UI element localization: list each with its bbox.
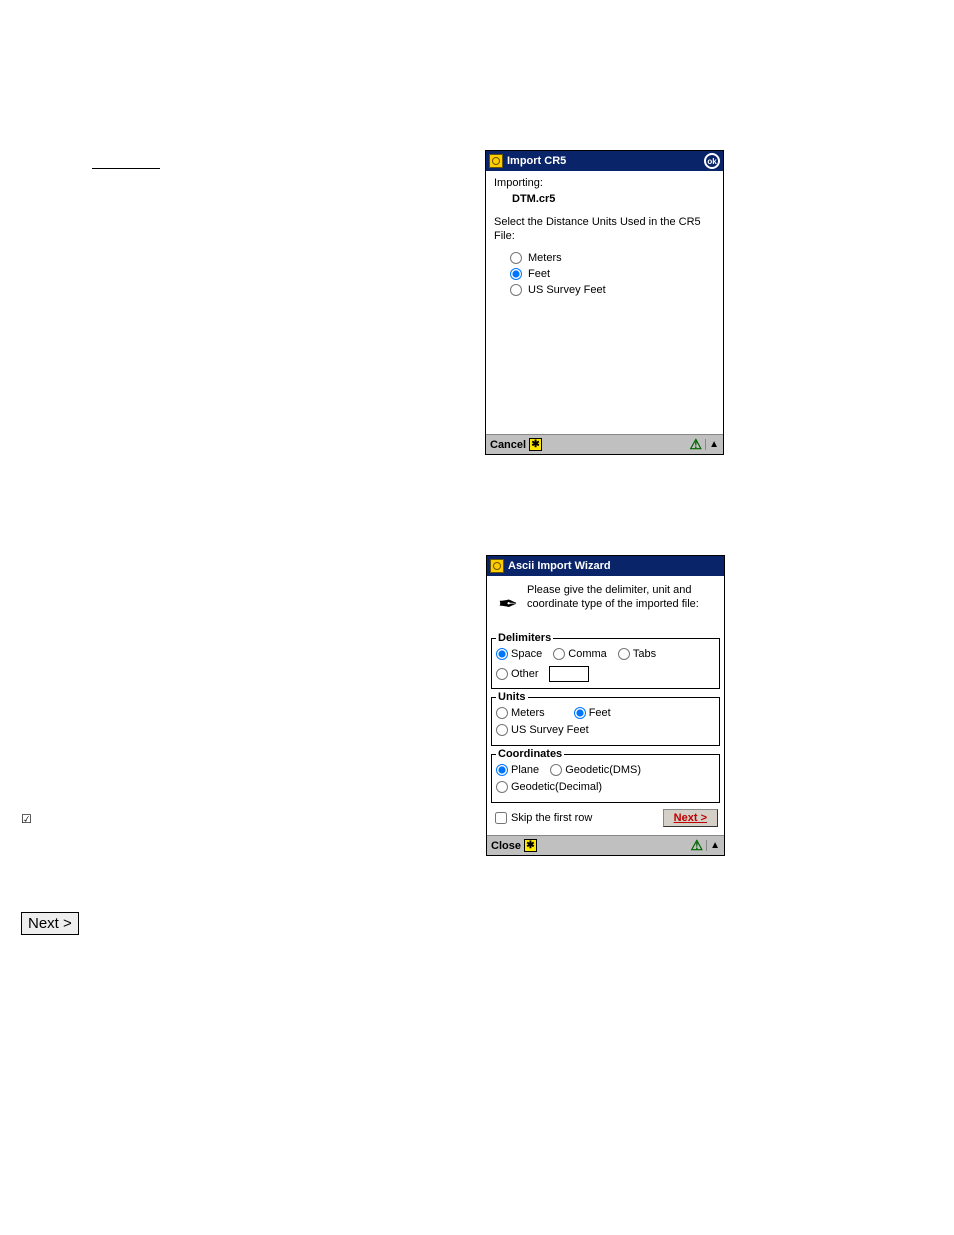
radio-meters[interactable] [510,252,522,264]
radio-meters-label: Meters [528,252,562,264]
radio-space-row[interactable]: Space [496,648,542,660]
importing-label: Importing: [494,177,715,189]
statusbar: Cancel ✱ ⚠ ▲ [486,434,723,454]
radio-other[interactable] [496,668,508,680]
warning-icon[interactable]: ⚠ [690,436,703,453]
pen-icon: ✒ [493,584,523,624]
instruction-text: Select the Distance Units Used in the CR… [494,215,715,244]
checkbox-glyph: ☑ [21,812,32,826]
units-group: Units Meters Feet US Survey Feet [491,691,720,746]
radio-meters[interactable] [496,707,508,719]
radio-meters-row[interactable]: Meters [496,707,545,719]
delimiters-group: Delimiters Space Comma Tabs Othe [491,632,720,689]
menu-up-icon[interactable]: ▲ [705,439,719,450]
radio-us-survey-feet-row[interactable]: US Survey Feet [510,284,715,296]
skip-first-row-checkbox[interactable] [495,812,507,824]
window-title: Import CR5 [507,155,704,167]
radio-geodetic-dms[interactable] [550,764,562,776]
titlebar: Import CR5 ok [486,151,723,171]
delimiters-legend: Delimiters [496,632,553,644]
titlebar: Ascii Import Wizard [487,556,724,576]
radio-geodetic-decimal[interactable] [496,781,508,793]
warning-icon[interactable]: ⚠ [691,837,704,854]
sip-icon[interactable]: ✱ [529,438,542,451]
radio-us-survey-feet-label: US Survey Feet [511,724,589,736]
radio-feet[interactable] [574,707,586,719]
radio-feet-row[interactable]: Feet [574,707,611,719]
sip-icon[interactable]: ✱ [524,839,537,852]
importing-filename: DTM.cr5 [512,193,715,205]
radio-comma[interactable] [553,648,565,660]
radio-other-row[interactable]: Other [496,668,539,680]
radio-comma-label: Comma [568,648,607,660]
radio-geodetic-decimal-row[interactable]: Geodetic(Decimal) [496,781,602,793]
coordinates-legend: Coordinates [496,748,564,760]
menu-up-icon[interactable]: ▲ [706,840,720,851]
app-icon [489,154,503,168]
radio-meters-row[interactable]: Meters [510,252,715,264]
next-button[interactable]: Next > [663,809,718,827]
radio-feet[interactable] [510,268,522,280]
heading-underline [92,168,160,169]
radio-plane[interactable] [496,764,508,776]
cancel-button[interactable]: Cancel [490,439,526,451]
radio-us-survey-feet-label: US Survey Feet [528,284,606,296]
dialog-body: ✒ Please give the delimiter, unit and co… [487,576,724,835]
statusbar: Close ✱ ⚠ ▲ [487,835,724,855]
skip-first-row-label: Skip the first row [511,812,592,824]
skip-first-row-check[interactable]: Skip the first row [495,812,592,824]
radio-plane-label: Plane [511,764,539,776]
radio-feet-label: Feet [528,268,550,280]
radio-us-survey-feet[interactable] [496,724,508,736]
radio-tabs[interactable] [618,648,630,660]
radio-geodetic-dms-label: Geodetic(DMS) [565,764,641,776]
radio-feet-row[interactable]: Feet [510,268,715,280]
app-icon [490,559,504,573]
units-legend: Units [496,691,528,703]
radio-tabs-row[interactable]: Tabs [618,648,656,660]
radio-other-label: Other [511,668,539,680]
radio-geodetic-decimal-label: Geodetic(Decimal) [511,781,602,793]
dialog-body: Importing: DTM.cr5 Select the Distance U… [486,171,723,434]
coordinates-group: Coordinates Plane Geodetic(DMS) Geodetic… [491,748,720,803]
ok-button[interactable]: ok [704,153,720,169]
radio-meters-label: Meters [511,707,545,719]
close-button[interactable]: Close [491,840,521,852]
other-delimiter-input[interactable] [549,666,589,682]
radio-comma-row[interactable]: Comma [553,648,607,660]
radio-feet-label: Feet [589,707,611,719]
radio-us-survey-feet[interactable] [510,284,522,296]
radio-tabs-label: Tabs [633,648,656,660]
next-button-outer[interactable]: Next > [21,912,79,935]
radio-plane-row[interactable]: Plane [496,764,539,776]
radio-geodetic-dms-row[interactable]: Geodetic(DMS) [550,764,641,776]
import-cr5-dialog: Import CR5 ok Importing: DTM.cr5 Select … [485,150,724,455]
window-title: Ascii Import Wizard [508,560,721,572]
radio-space[interactable] [496,648,508,660]
ascii-import-wizard-dialog: Ascii Import Wizard ✒ Please give the de… [486,555,725,856]
radio-space-label: Space [511,648,542,660]
radio-us-survey-feet-row[interactable]: US Survey Feet [496,724,589,736]
wizard-description: Please give the delimiter, unit and coor… [527,584,718,612]
